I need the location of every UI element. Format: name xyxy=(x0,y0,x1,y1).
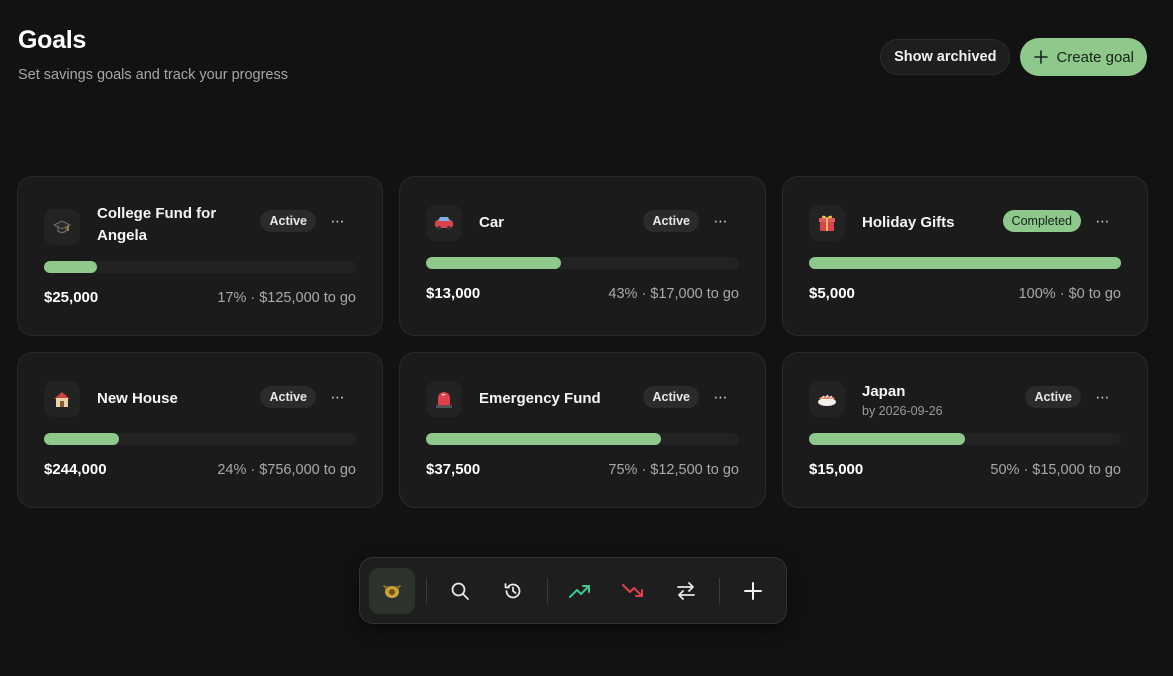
progress-bar-fill xyxy=(426,433,661,445)
dock-divider xyxy=(719,578,720,604)
progress-bar-fill xyxy=(44,261,98,273)
progress-bar-fill xyxy=(426,257,561,269)
create-goal-button[interactable]: Create goal xyxy=(1020,38,1147,76)
goal-title: New House xyxy=(97,390,178,407)
goal-progress-text: 24% · $756,000 to go xyxy=(217,462,356,478)
more-options-icon[interactable]: ⋯ xyxy=(713,389,729,405)
plus-icon xyxy=(1034,50,1049,64)
status-badge: Active xyxy=(643,386,699,408)
search-icon[interactable] xyxy=(437,568,483,614)
goal-card-car[interactable]: Car Active ⋯ $13,000 43% · $17,000 to go xyxy=(399,176,766,336)
sushi-icon xyxy=(809,381,845,417)
goal-amount: $25,000 xyxy=(44,289,99,306)
progress-bar xyxy=(426,433,739,445)
progress-bar-fill xyxy=(809,433,965,445)
goal-amount: $37,500 xyxy=(426,461,481,478)
goal-progress-text: 43% · $17,000 to go xyxy=(608,286,739,302)
goal-amount: $13,000 xyxy=(426,285,481,302)
more-options-icon[interactable]: ⋯ xyxy=(1095,213,1111,229)
expense-trend-down-icon[interactable] xyxy=(610,568,656,614)
progress-bar-fill xyxy=(44,433,119,445)
goal-card-college-fund[interactable]: College Fund for Angela Active ⋯ $25,000… xyxy=(17,176,383,336)
more-options-icon[interactable]: ⋯ xyxy=(713,213,729,229)
progress-bar xyxy=(426,257,739,269)
dock-divider xyxy=(547,578,548,604)
goal-title: Car xyxy=(479,214,505,231)
more-options-icon[interactable]: ⋯ xyxy=(330,389,346,405)
gift-icon xyxy=(809,205,845,241)
status-badge: Completed xyxy=(1002,210,1081,232)
goal-title: College Fund for Angela xyxy=(97,205,217,244)
goal-title-text: Japan xyxy=(862,383,906,400)
goal-card-new-house[interactable]: New House Active ⋯ $244,000 24% · $756,0… xyxy=(17,352,383,508)
status-badge: Active xyxy=(260,386,316,408)
goal-card-japan[interactable]: Japan by 2026-09-26 Active ⋯ $15,000 50%… xyxy=(782,352,1148,508)
goal-progress-text: 75% · $12,500 to go xyxy=(608,462,739,478)
goal-progress-text: 17% · $125,000 to go xyxy=(217,290,356,306)
show-archived-button[interactable]: Show archived xyxy=(880,39,1011,75)
graduation-cap-icon xyxy=(44,209,80,245)
page-subtitle: Set savings goals and track your progres… xyxy=(18,67,288,83)
siren-icon xyxy=(426,381,462,417)
add-icon[interactable] xyxy=(730,568,776,614)
goal-card-holiday-gifts[interactable]: Holiday Gifts Completed ⋯ $5,000 100% · … xyxy=(782,176,1148,336)
goal-amount: $244,000 xyxy=(44,461,107,478)
history-icon[interactable] xyxy=(490,568,536,614)
car-icon xyxy=(426,205,462,241)
goal-target-date: by 2026-09-26 xyxy=(862,404,943,418)
page-header: Goals Set savings goals and track your p… xyxy=(18,26,288,83)
transfer-icon[interactable] xyxy=(663,568,709,614)
progress-bar xyxy=(44,261,356,273)
goal-card-emergency-fund[interactable]: Emergency Fund Active ⋯ $37,500 75% · $1… xyxy=(399,352,766,508)
more-options-icon[interactable]: ⋯ xyxy=(1095,389,1111,405)
goal-title: Emergency Fund xyxy=(479,390,601,407)
status-badge: Active xyxy=(260,210,316,232)
dock-divider xyxy=(426,578,427,604)
progress-bar-fill xyxy=(809,257,1121,269)
create-goal-label: Create goal xyxy=(1056,48,1134,66)
goal-title: Japan by 2026-09-26 xyxy=(862,381,1002,419)
income-trend-up-icon[interactable] xyxy=(557,568,603,614)
goal-progress-text: 100% · $0 to go xyxy=(1018,286,1121,302)
goal-title: Holiday Gifts xyxy=(862,214,955,231)
bottom-dock xyxy=(359,557,787,624)
house-icon xyxy=(44,381,80,417)
goal-amount: $5,000 xyxy=(809,285,855,302)
goals-grid: College Fund for Angela Active ⋯ $25,000… xyxy=(17,176,1148,508)
goal-progress-text: 50% · $15,000 to go xyxy=(990,462,1121,478)
progress-bar xyxy=(44,433,356,445)
more-options-icon[interactable]: ⋯ xyxy=(330,213,346,229)
goal-amount: $15,000 xyxy=(809,461,864,478)
status-badge: Active xyxy=(1025,386,1081,408)
goals-icon[interactable] xyxy=(369,568,415,614)
progress-bar xyxy=(809,257,1121,269)
progress-bar xyxy=(809,433,1121,445)
status-badge: Active xyxy=(643,210,699,232)
header-actions: Show archived Create goal xyxy=(880,38,1147,76)
page-title: Goals xyxy=(18,26,86,54)
